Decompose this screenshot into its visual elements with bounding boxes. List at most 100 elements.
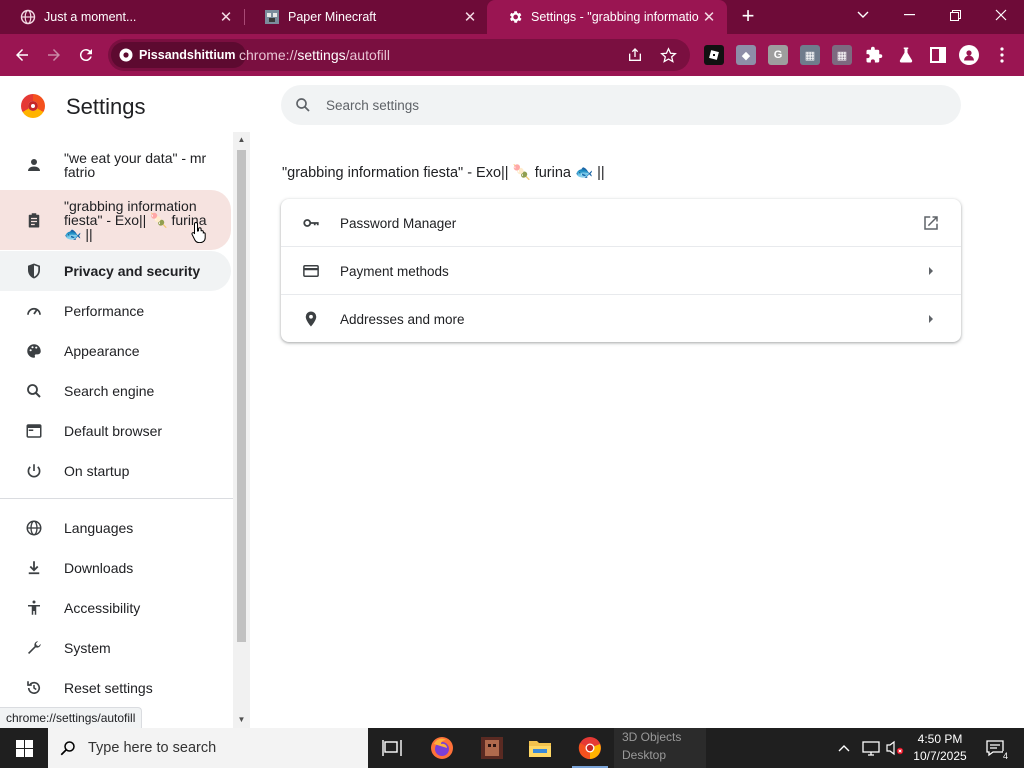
sidebar-item-profile[interactable]: "we eat your data" - mr fatrio <box>0 138 231 192</box>
minecraft-icon <box>264 9 280 25</box>
profile-icon[interactable] <box>959 45 979 65</box>
arrow-right-icon[interactable] <box>921 309 941 329</box>
taskbar-search-box[interactable]: Type here to search <box>48 728 368 768</box>
tab-title: Settings - "grabbing information fiesta"… <box>531 10 699 24</box>
address-bar[interactable]: Pissandshittium chrome://settings/autofi… <box>108 39 690 71</box>
taskbar-search-placeholder: Type here to search <box>88 740 217 756</box>
sidebar-item-label: Languages <box>64 520 134 536</box>
new-tab-button[interactable]: + <box>736 5 760 28</box>
menu-dots-icon[interactable] <box>992 45 1012 65</box>
scroll-up-icon[interactable]: ▲ <box>237 136 246 144</box>
sidebar-item-downloads[interactable]: Downloads <box>0 548 231 588</box>
password-manager-row[interactable]: Password Manager <box>281 199 961 247</box>
sidebar-item-label: On startup <box>64 463 130 479</box>
tab-search-dropdown-icon[interactable] <box>840 0 886 30</box>
g-ext-icon[interactable]: G <box>768 45 788 65</box>
sidebar-item-on-startup[interactable]: On startup <box>0 451 231 491</box>
tab-just-a-moment[interactable]: Just a moment... ✕ <box>0 0 244 34</box>
tab-settings[interactable]: Settings - "grabbing information fiesta"… <box>487 0 727 34</box>
speedometer-icon <box>24 301 44 321</box>
back-arrow-icon[interactable] <box>9 42 35 68</box>
windows-start-icon[interactable] <box>0 728 48 768</box>
extensions-puzzle-icon[interactable] <box>864 45 884 65</box>
sidebar-item-label: Search engine <box>64 383 155 399</box>
search-settings-box[interactable] <box>281 85 961 125</box>
explorer-preview[interactable]: 3D Objects Desktop <box>614 728 706 768</box>
notification-count: 4 <box>1002 751 1008 761</box>
show-hidden-icons-icon[interactable] <box>838 728 850 768</box>
sidebar-item-privacy[interactable]: Privacy and security <box>0 251 231 291</box>
sidebar-item-search-engine[interactable]: Search engine <box>0 371 231 411</box>
sidebar-item-label: Reset settings <box>64 680 153 696</box>
hand-cursor-icon <box>191 221 206 243</box>
sidebar-item-label: Downloads <box>64 560 134 576</box>
arrow-right-icon[interactable] <box>921 261 941 281</box>
reload-icon[interactable] <box>73 42 99 68</box>
volume-muted-icon[interactable] <box>886 728 904 768</box>
download-icon <box>24 558 44 578</box>
tab-paper-minecraft[interactable]: Paper Minecraft ✕ <box>244 0 488 34</box>
puzzle-ext-icon[interactable]: ◆ <box>736 45 756 65</box>
sidebar-item-performance[interactable]: Performance <box>0 291 231 331</box>
forward-arrow-icon[interactable] <box>41 42 67 68</box>
clock-time: 4:50 PM <box>917 732 963 746</box>
tab-title: Just a moment... <box>44 10 137 24</box>
sidebar-item-system[interactable]: System <box>0 628 231 668</box>
sidebar-item-label: Accessibility <box>64 600 141 616</box>
close-window-icon[interactable] <box>978 0 1024 30</box>
game-app-icon[interactable] <box>468 728 516 768</box>
sidebar-item-reset[interactable]: Reset settings <box>0 668 231 708</box>
shield-icon <box>24 261 44 281</box>
gear-icon <box>507 9 523 25</box>
sidebar-item-languages[interactable]: Languages <box>0 508 231 548</box>
scroll-down-icon[interactable]: ▼ <box>237 716 246 724</box>
wrench-icon <box>24 638 44 658</box>
flask-icon[interactable] <box>896 45 916 65</box>
minimize-icon[interactable] <box>886 0 932 30</box>
notifications-icon[interactable]: 4 <box>980 728 1010 768</box>
sidebar-item-appearance[interactable]: Appearance <box>0 331 231 371</box>
close-tab-icon[interactable]: ✕ <box>216 7 236 27</box>
row-label: Addresses and more <box>340 311 465 327</box>
restore-icon[interactable] <box>932 0 978 30</box>
chrome-badge-icon <box>119 48 133 62</box>
scrollbar-thumb[interactable] <box>237 150 246 642</box>
image-ext-icon-2[interactable]: ▦ <box>832 45 852 65</box>
file-explorer-icon[interactable] <box>516 728 564 768</box>
network-icon[interactable] <box>862 728 880 768</box>
task-view-icon[interactable] <box>368 728 416 768</box>
payment-methods-row[interactable]: Payment methods <box>281 247 961 295</box>
browser-name-chip[interactable]: Pissandshittium <box>111 42 246 68</box>
addresses-row[interactable]: Addresses and more <box>281 295 961 343</box>
globe-icon <box>20 9 36 25</box>
chrome-taskbar-icon[interactable] <box>566 728 614 768</box>
settings-title: Settings <box>66 94 146 119</box>
sidebar-item-label: Default browser <box>64 423 163 439</box>
close-tab-icon[interactable]: ✕ <box>460 7 480 27</box>
page-title: "grabbing information fiesta" - Exo|| 🍡 … <box>282 165 605 181</box>
preview-line: Desktop <box>622 748 667 762</box>
sidebar-item-label: "we eat your data" - mr fatrio <box>64 150 207 180</box>
image-ext-icon[interactable]: ▦ <box>800 45 820 65</box>
bookmark-star-icon[interactable] <box>658 45 678 65</box>
close-tab-icon[interactable]: ✕ <box>699 7 719 27</box>
url-text[interactable]: chrome://settings/autofill <box>239 47 390 63</box>
sidebar-item-label: Performance <box>64 303 145 319</box>
share-icon[interactable] <box>625 45 645 65</box>
row-label: Password Manager <box>340 215 457 231</box>
sidebar-item-default-browser[interactable]: Default browser <box>0 411 231 451</box>
taskbar-clock[interactable]: 4:50 PM 10/7/2025 <box>906 731 974 765</box>
browser-icon <box>24 421 44 441</box>
firefox-icon[interactable] <box>418 728 466 768</box>
roblox-icon[interactable] <box>704 45 724 65</box>
sidebar-item-label: Privacy and security <box>64 263 201 279</box>
open-external-icon[interactable] <box>921 213 941 233</box>
sidebar-item-accessibility[interactable]: Accessibility <box>0 588 231 628</box>
chrome-logo-icon <box>21 94 45 118</box>
sidebar-scrollbar[interactable]: ▲ ▼ <box>233 132 250 728</box>
sidepanel-icon[interactable] <box>928 45 948 65</box>
windows-taskbar: Type here to search 3D Objects Desktop 4… <box>0 728 1024 768</box>
reset-icon <box>24 678 44 698</box>
search-input[interactable] <box>326 95 926 115</box>
browser-name-label: Pissandshittium <box>139 48 236 62</box>
